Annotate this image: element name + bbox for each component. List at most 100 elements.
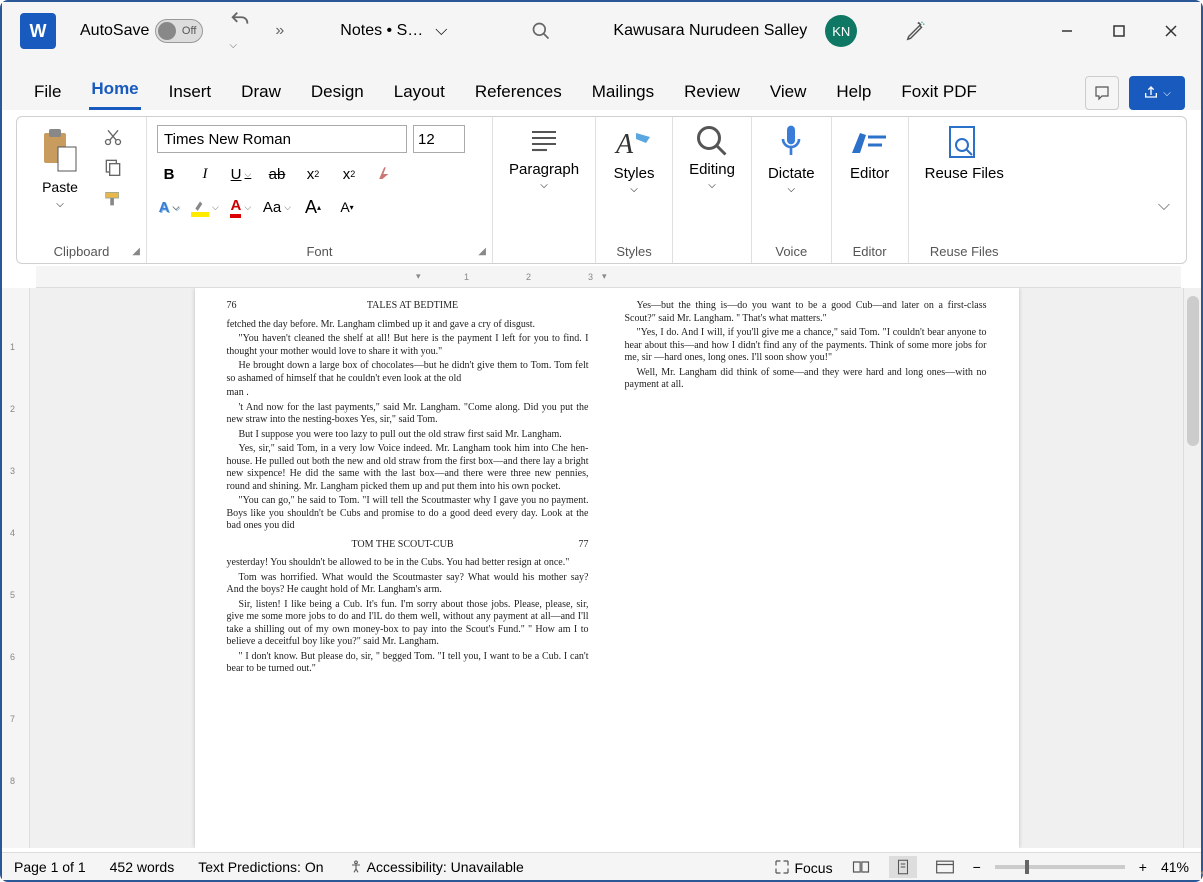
styles-group: A Styles ⌵ Styles ◢	[596, 117, 673, 263]
tab-design[interactable]: Design	[309, 74, 366, 110]
zoom-slider[interactable]	[995, 865, 1125, 869]
strikethrough-button[interactable]: ab	[265, 161, 289, 187]
editor-group: Editor Editor	[832, 117, 909, 263]
para: Yes—but the thing is—do you want to be a…	[625, 300, 987, 325]
tab-foxit[interactable]: Foxit PDF	[899, 74, 979, 110]
accessibility-status[interactable]: Accessibility: Unavailable	[348, 859, 524, 875]
autosave-group: AutoSave Off	[80, 19, 203, 43]
undo-button[interactable]: ⌵	[221, 5, 259, 58]
paragraph-group: Paragraph ⌵	[493, 117, 596, 263]
tab-view[interactable]: View	[768, 74, 809, 110]
tab-review[interactable]: Review	[682, 74, 742, 110]
tab-draw[interactable]: Draw	[239, 74, 283, 110]
superscript-button[interactable]: x2	[337, 161, 361, 187]
clipboard-label: Clipboard	[27, 240, 136, 259]
page[interactable]: 76 TALES AT BEDTIME fetched the day befo…	[195, 288, 1019, 848]
styles-group-label: Styles	[616, 240, 651, 259]
text-effects-button[interactable]: A	[157, 194, 181, 220]
tab-layout[interactable]: Layout	[392, 74, 447, 110]
toggle-state: Off	[182, 25, 196, 37]
svg-text:A: A	[614, 129, 634, 160]
font-color-button[interactable]: A	[229, 194, 253, 220]
horizontal-ruler[interactable]: ▾ 1 2 3 ▾	[36, 266, 1181, 288]
paragraph-label: Paragraph	[509, 161, 579, 178]
font-launcher[interactable]: ◢	[478, 246, 486, 257]
copy-button[interactable]	[103, 157, 123, 177]
print-layout-button[interactable]	[889, 856, 917, 878]
read-mode-button[interactable]	[847, 856, 875, 878]
font-name-select[interactable]	[157, 125, 407, 153]
editing-label: Editing	[689, 161, 735, 178]
word-app-icon: W	[20, 13, 56, 49]
right-column: Yes—but the thing is—do you want to be a…	[625, 300, 987, 836]
bold-button[interactable]: B	[157, 161, 181, 187]
para: yesterday! You shouldn't be allowed to b…	[227, 557, 589, 570]
close-button[interactable]	[1149, 12, 1193, 50]
zoom-in-button[interactable]: +	[1139, 859, 1147, 875]
zoom-level[interactable]: 41%	[1161, 859, 1189, 875]
ribbon-tabs: File Home Insert Draw Design Layout Refe…	[2, 60, 1201, 110]
user-avatar[interactable]: KN	[825, 15, 857, 47]
more-commands-button[interactable]: »	[275, 22, 284, 40]
format-painter-button[interactable]	[102, 187, 124, 209]
document-area[interactable]: 76 TALES AT BEDTIME fetched the day befo…	[30, 288, 1183, 848]
dictate-label: Dictate	[768, 165, 815, 182]
scroll-thumb[interactable]	[1187, 296, 1199, 446]
search-button[interactable]	[525, 15, 557, 47]
left-page-title: TALES AT BEDTIME	[367, 300, 458, 313]
tab-mailings[interactable]: Mailings	[590, 74, 656, 110]
page-indicator[interactable]: Page 1 of 1	[14, 859, 86, 875]
tab-home[interactable]: Home	[89, 71, 140, 110]
italic-button[interactable]: I	[193, 161, 217, 187]
accessibility-label: Accessibility: Unavailable	[367, 859, 524, 875]
cut-button[interactable]	[103, 127, 123, 147]
para: Well, Mr. Langham did think of some—and …	[625, 367, 987, 392]
shrink-font-button[interactable]: A▾	[335, 194, 359, 220]
clipboard-launcher[interactable]: ◢	[132, 246, 140, 257]
collapse-ribbon-button[interactable]: ⌵	[1158, 117, 1186, 263]
web-layout-button[interactable]	[931, 856, 959, 878]
focus-button[interactable]: Focus	[773, 858, 833, 876]
coming-soon-button[interactable]	[905, 20, 927, 42]
tab-help[interactable]: Help	[834, 74, 873, 110]
vertical-ruler[interactable]: 1 2 3 4 5 6 7 8	[2, 288, 30, 848]
right-page-num: 77	[579, 539, 589, 552]
ribbon: Paste ⌵ Clipboard ◢ B I U ab x2 x2 A	[16, 116, 1187, 264]
tab-references[interactable]: References	[473, 74, 564, 110]
dictate-button[interactable]: Dictate ⌵	[768, 123, 815, 195]
styles-label: Styles	[614, 165, 655, 182]
paragraph-button[interactable]: Paragraph ⌵	[509, 123, 579, 191]
editing-button[interactable]: Editing ⌵	[689, 123, 735, 191]
styles-button[interactable]: A Styles ⌵	[612, 123, 656, 195]
paste-label: Paste	[42, 179, 78, 195]
para: But I suppose you were too lazy to pull …	[227, 429, 589, 442]
document-title-dropdown[interactable]: Notes • S… ⌵	[340, 22, 447, 40]
para: fetched the day before. Mr. Langham clim…	[227, 319, 589, 332]
voice-group: Dictate ⌵ Voice	[752, 117, 832, 263]
subscript-button[interactable]: x2	[301, 161, 325, 187]
change-case-button[interactable]: Aa	[263, 194, 291, 220]
underline-button[interactable]: U	[229, 161, 253, 187]
word-count[interactable]: 452 words	[110, 859, 175, 875]
tab-file[interactable]: File	[32, 74, 63, 110]
autosave-toggle[interactable]: Off	[155, 19, 203, 43]
reuse-files-button[interactable]: Reuse Files	[925, 123, 1004, 182]
grow-font-button[interactable]: A▴	[301, 194, 325, 220]
clear-format-button[interactable]	[373, 161, 397, 187]
paste-button[interactable]: Paste ⌵	[27, 123, 93, 231]
para: Yes, sir," said Tom, in a very low Voice…	[227, 443, 589, 493]
share-button[interactable]: ⌵	[1129, 76, 1185, 110]
zoom-out-button[interactable]: −	[973, 859, 981, 875]
editing-group: Editing ⌵	[673, 117, 752, 263]
editor-button[interactable]: Editor	[848, 123, 892, 182]
para: Sir, listen! I like being a Cub. It's fu…	[227, 599, 589, 649]
maximize-button[interactable]	[1097, 12, 1141, 50]
highlight-button[interactable]	[191, 194, 219, 220]
tab-insert[interactable]: Insert	[167, 74, 214, 110]
text-predictions[interactable]: Text Predictions: On	[198, 859, 323, 875]
minimize-button[interactable]	[1045, 12, 1089, 50]
font-size-select[interactable]	[413, 125, 465, 153]
vertical-scrollbar[interactable]	[1183, 288, 1201, 848]
left-column: 76 TALES AT BEDTIME fetched the day befo…	[227, 300, 589, 836]
comments-button[interactable]	[1085, 76, 1119, 110]
